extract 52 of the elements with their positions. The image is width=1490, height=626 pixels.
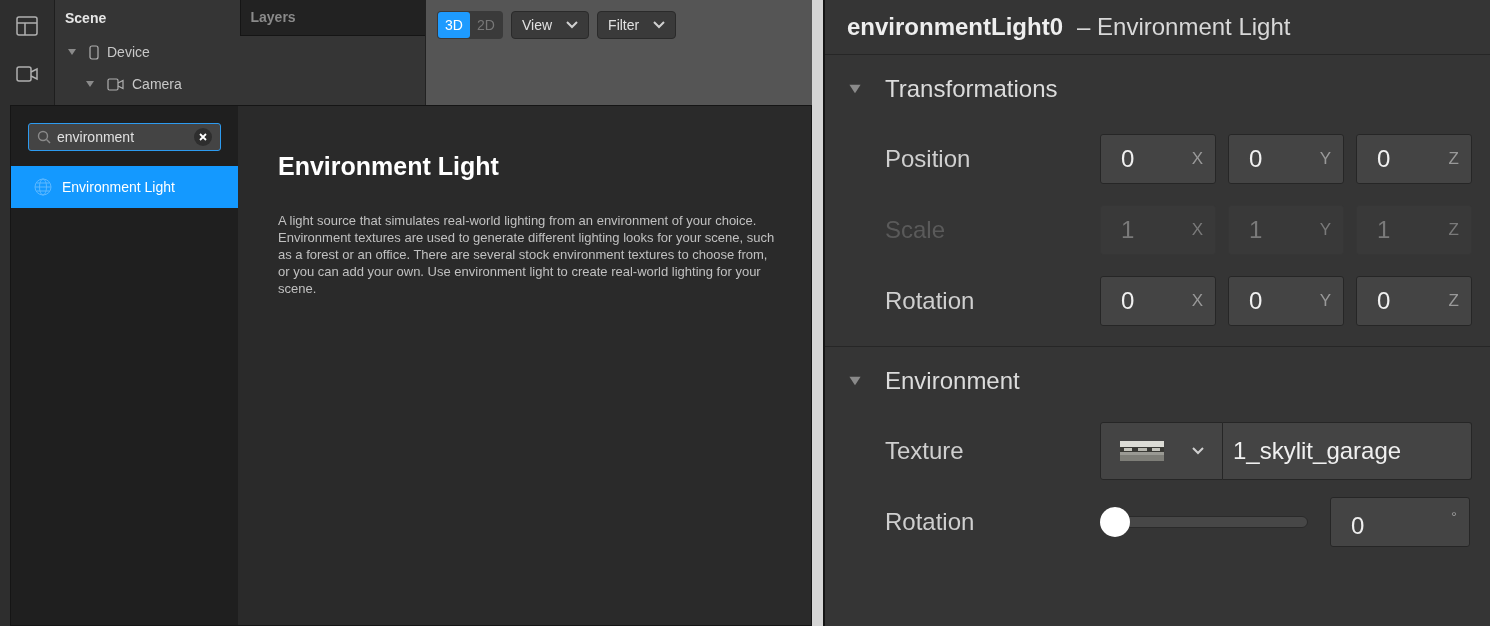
search-icon — [37, 130, 51, 144]
search-input[interactable]: environment — [57, 126, 188, 148]
axis-label: Z — [1448, 147, 1459, 170]
number-field[interactable]: 0 Z — [1356, 133, 1472, 184]
number-field[interactable]: 0 X — [1100, 133, 1216, 184]
chevron-down-icon — [653, 21, 666, 29]
texture-name-field[interactable]: 1_skylit_garage — [1223, 421, 1472, 480]
globe-icon — [34, 178, 52, 196]
property-label: Position — [885, 143, 972, 174]
axis-label: Y — [1319, 147, 1331, 170]
axis-label: Z — [1448, 289, 1459, 312]
axis-label: X — [1191, 147, 1203, 170]
unit-label: ° — [1451, 506, 1457, 527]
detail-title: Environment Light — [278, 151, 500, 182]
section-header[interactable]: Environment — [885, 363, 1020, 399]
property-label: Rotation — [885, 506, 976, 537]
video-camera-icon — [107, 77, 124, 91]
number-field[interactable]: 0 Z — [1356, 275, 1472, 326]
axis-label: Y — [1319, 218, 1331, 241]
axis-label: Z — [1448, 218, 1459, 241]
dropdown-button[interactable]: View — [511, 11, 590, 39]
search-box[interactable]: environment — [28, 123, 221, 151]
tree-item-label[interactable]: Device — [107, 41, 150, 63]
texture-dropdown[interactable] — [1100, 421, 1223, 480]
phone-icon — [89, 44, 99, 60]
object-name: environmentLight0 — [847, 12, 1063, 42]
slider-handle[interactable] — [1100, 506, 1130, 537]
detail-description: A light source that simulates real-world lighting from an environment of your choice. Environment textures are used to generate different lighting looks for your scene, such as a forest or an office. There are several stock environment textures to choose from, or you can add your own. Use environment light to create real-world lighting for your scene. — [278, 211, 776, 297]
property-label: Rotation — [885, 285, 976, 316]
number-field[interactable]: 0 X — [1100, 275, 1216, 326]
number-field[interactable]: 0 Y — [1228, 133, 1344, 184]
dropdown-button[interactable]: Filter — [597, 11, 677, 39]
close-icon — [199, 133, 207, 141]
property-label: Texture — [885, 435, 965, 466]
axis-label: X — [1191, 289, 1203, 312]
video-camera-icon[interactable] — [16, 66, 38, 82]
number-field[interactable]: 0 ° — [1330, 496, 1470, 547]
panel-splitter[interactable] — [812, 0, 825, 626]
section-header[interactable]: Transformations — [885, 71, 1058, 107]
object-type: – Environment Light — [1077, 12, 1291, 42]
tree-item-label[interactable]: Camera — [132, 73, 182, 95]
axis-label: X — [1191, 218, 1203, 241]
axis-label: Y — [1319, 289, 1331, 312]
number-field[interactable]: 0 Y — [1228, 275, 1344, 326]
layout-icon[interactable] — [16, 16, 38, 36]
chevron-down-icon — [566, 21, 579, 29]
disclosure-triangle-icon[interactable] — [85, 79, 95, 89]
slider-track[interactable] — [1100, 506, 1308, 537]
disclosure-triangle-icon[interactable] — [67, 47, 77, 57]
clear-button[interactable] — [194, 128, 212, 146]
chevron-down-icon — [1191, 446, 1204, 455]
panel-tab[interactable]: Layers — [239, 0, 425, 36]
